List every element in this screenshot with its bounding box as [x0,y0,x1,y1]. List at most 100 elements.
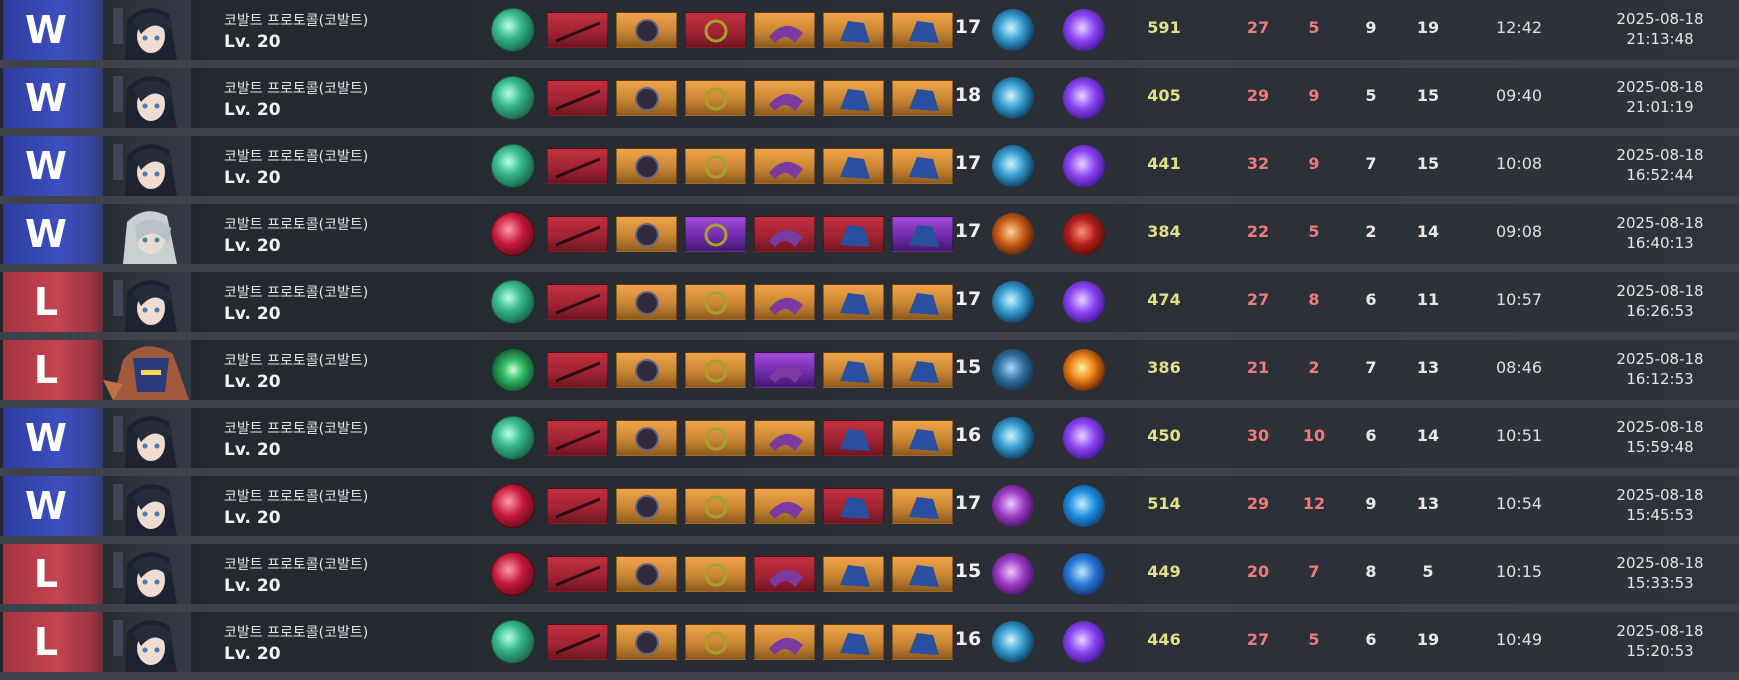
equipment-item-icon [616,284,677,320]
result-loss-badge: L [3,544,103,604]
result-loss-badge: L [3,272,103,332]
match-row[interactable]: W 코발트 프로토콜(코발트) Lv. 20 17 384 22 5 2 14 09:08 2025… [0,204,1739,272]
assists-value: 7 [1365,358,1377,377]
equipment-item-icon [823,12,884,48]
result-label: W [25,144,67,188]
equipment-item-icon [685,148,746,184]
champion-name: 코발트 프로토콜(코발트) [224,217,369,233]
match-row[interactable]: W 코발트 프로토콜(코발트) Lv. 20 18 405 29 9 5 15 09:40 2025… [0,68,1739,136]
champion-level: Lv. 20 [224,644,281,664]
equipment-item-icon [892,216,953,252]
cs-value: 13 [1416,358,1440,377]
match-row[interactable]: L 코발트 프로토콜(코발트) Lv. 20 16 446 27 5 6 19 10:49 2025… [0,612,1739,680]
match-row[interactable]: L 코발트 프로토콜(코발트) Lv. 20 15 386 21 2 7 13 08:46 2025… [0,340,1739,408]
match-row[interactable]: W 코발트 프로토콜(코발트) Lv. 20 17 441 32 9 7 15 10:08 2025… [0,136,1739,204]
equipment-item-icon [754,624,815,660]
match-datetime: 2025-08-18 16:40:13 [1590,213,1730,253]
equipment-item-icon [616,148,677,184]
match-time: 15:33:53 [1626,574,1694,592]
match-row[interactable]: L 코발트 프로토콜(코발트) Lv. 20 15 449 20 7 8 5 10:15 2025-… [0,544,1739,612]
assists-value: 6 [1365,630,1377,649]
hero-portrait [93,68,191,128]
assists-value: 9 [1365,494,1377,513]
spell-icon-2 [1063,417,1105,459]
result-win-badge: W [3,136,103,196]
result-label: W [25,484,67,528]
champion-name: 코발트 프로토콜(코발트) [224,489,369,505]
equipment-item-icon [892,284,953,320]
assists-value: 6 [1365,426,1377,445]
match-duration: 08:46 [1495,358,1543,377]
champion-name: 코발트 프로토콜(코발트) [224,557,369,573]
hero-portrait [93,476,191,536]
champion-name: 코발트 프로토콜(코발트) [224,353,369,369]
assists-value: 6 [1365,290,1377,309]
result-label: W [25,76,67,120]
equipment-item-icon [754,556,815,592]
character-level: 18 [954,84,982,106]
match-row[interactable]: L 코발트 프로토콜(코발트) Lv. 20 17 474 27 8 6 11 10:57 2025… [0,272,1739,340]
cs-value: 15 [1416,86,1440,105]
match-duration: 10:51 [1495,426,1543,445]
equipment-item-icon [685,284,746,320]
character-level: 16 [954,628,982,650]
assists-value: 5 [1365,86,1377,105]
equipment-item-icon [547,352,608,388]
champion-level: Lv. 20 [224,576,281,596]
equipment-item-icon [892,12,953,48]
match-time: 21:13:48 [1626,30,1694,48]
match-date: 2025-08-18 [1616,78,1704,96]
skill-icon [491,280,535,324]
spell-icon-1 [992,553,1034,595]
equipment-item-icon [892,148,953,184]
spell-icon-2 [1063,621,1105,663]
equipment-item-icon [616,216,677,252]
result-win-badge: W [3,408,103,468]
champion-name: 코발트 프로토콜(코발트) [224,149,369,165]
match-row[interactable]: W 코발트 프로토콜(코발트) Lv. 20 16 450 30 10 6 14 10:51 202… [0,408,1739,476]
character-level: 17 [954,220,982,242]
champion-level: Lv. 20 [224,440,281,460]
skill-icon [491,484,535,528]
match-date: 2025-08-18 [1616,418,1704,436]
equipment-item-icon [892,624,953,660]
match-row[interactable]: W 코발트 프로토콜(코발트) Lv. 20 17 514 29 12 9 13 10:54 202… [0,476,1739,544]
equipment-item-icon [685,420,746,456]
spell-icon-2 [1063,77,1105,119]
equipment-item-icon [892,488,953,524]
equipment-item-icon [547,216,608,252]
match-date: 2025-08-18 [1616,10,1704,28]
score-value: 386 [1147,358,1181,377]
skill-icon [491,552,535,596]
match-datetime: 2025-08-18 15:33:53 [1590,553,1730,593]
equipment-item-icon [754,420,815,456]
equipment-item-icon [892,420,953,456]
equipment-item-icon [823,216,884,252]
score-value: 514 [1147,494,1181,513]
equipment-item-icon [685,12,746,48]
match-datetime: 2025-08-18 15:45:53 [1590,485,1730,525]
result-loss-badge: L [3,340,103,400]
cs-value: 5 [1422,562,1434,581]
result-label: L [33,348,59,392]
deaths-value: 8 [1308,290,1320,309]
result-win-badge: W [3,68,103,128]
equipment-item-icon [547,556,608,592]
champion-name: 코발트 프로토콜(코발트) [224,421,369,437]
equipment-item-icon [823,352,884,388]
spell-icon-1 [992,621,1034,663]
equipment-item-icon [685,488,746,524]
equipment-item-icon [754,284,815,320]
assists-value: 8 [1365,562,1377,581]
champion-level: Lv. 20 [224,32,281,52]
cs-value: 14 [1416,222,1440,241]
equipment-item-icon [754,80,815,116]
deaths-value: 5 [1308,18,1320,37]
match-row[interactable]: W 코발트 프로토콜(코발트) Lv. 20 17 591 27 5 9 19 12:42 2025… [0,0,1739,68]
champion-level: Lv. 20 [224,508,281,528]
match-time: 16:12:53 [1626,370,1694,388]
skill-icon [491,76,535,120]
cs-value: 13 [1416,494,1440,513]
match-date: 2025-08-18 [1616,486,1704,504]
character-level: 15 [954,356,982,378]
